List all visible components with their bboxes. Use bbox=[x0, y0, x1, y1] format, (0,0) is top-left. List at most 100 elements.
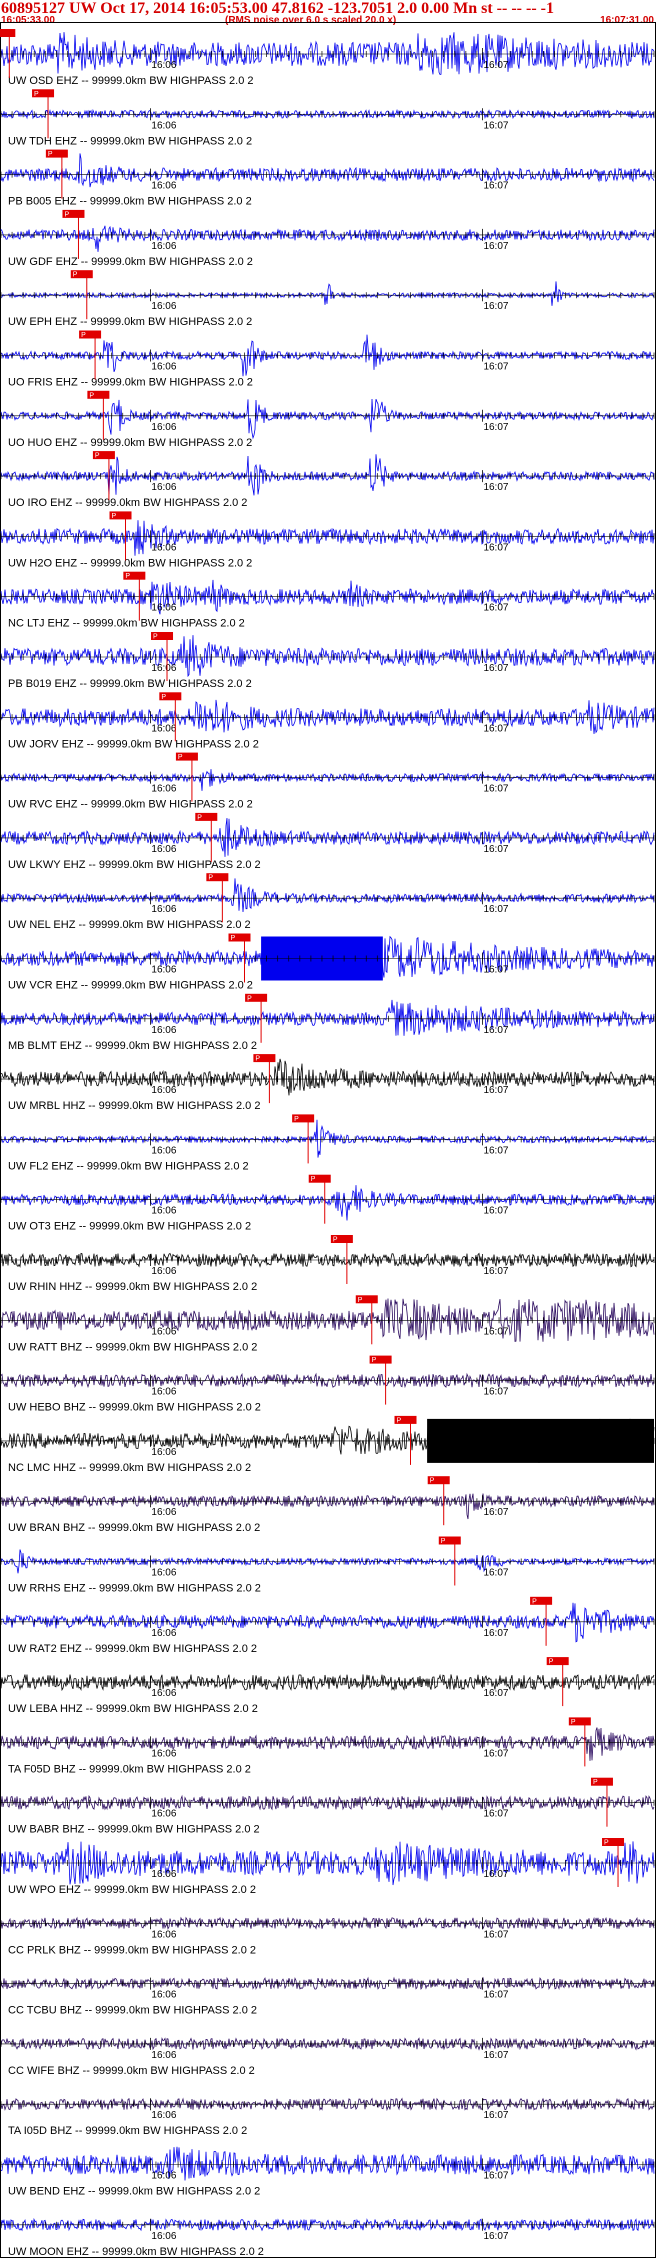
pick-label: P bbox=[571, 1719, 576, 1726]
minute-tick-label: 16:06 bbox=[151, 723, 176, 734]
waveform bbox=[0, 1602, 655, 1643]
pick-label: P bbox=[247, 995, 252, 1002]
trace-uw-jorv: 16:06 16:07 UW JORV EHZ -- 99999.0km BW HI… bbox=[0, 692, 655, 750]
minute-tick-label: 16:06 bbox=[151, 1628, 176, 1639]
minute-tick-label: 16:06 bbox=[151, 301, 176, 312]
trace-cc-tcbu: 16:06 16:07 CC TCBU BHZ -- 99999.0km BW HI… bbox=[0, 1976, 655, 2017]
station-label: CC WIFE BHZ -- 99999.0km BW HIGHPASS 2.0… bbox=[8, 2065, 255, 2077]
pick-label: P bbox=[48, 151, 53, 158]
minute-tick-label: 16:07 bbox=[483, 422, 508, 433]
station-label: UW RATT BHZ -- 99999.0km BW HIGHPASS 2.0… bbox=[8, 1341, 257, 1353]
minute-tick-label: 16:06 bbox=[151, 1869, 176, 1880]
pick-label: P bbox=[153, 634, 158, 641]
station-label: MB BLMT EHZ -- 99999.0km BW HIGHPASS 2.0… bbox=[8, 1040, 257, 1052]
trace-ta-i05d: 16:06 16:07 TA I05D BHZ -- 99999.0km BW HI… bbox=[0, 2097, 655, 2137]
trace-uw-babr: 16:06 16:07 UW BABR BHZ -- 99999.0km BW HI… bbox=[0, 1777, 655, 1836]
waveform bbox=[0, 769, 655, 791]
minute-tick-label: 16:06 bbox=[151, 1809, 176, 1820]
trace-uw-lkwy: 16:06 16:07 UW LKWY EHZ -- 99999.0km BW HI… bbox=[0, 812, 655, 871]
waveform bbox=[0, 635, 655, 678]
minute-tick-label: 16:07 bbox=[483, 663, 508, 674]
minute-tick-label: 16:07 bbox=[483, 120, 508, 131]
minute-tick-label: 16:07 bbox=[483, 1809, 508, 1820]
station-label: UW GDF EHZ -- 99999.0km BW HIGHPASS 2.0 … bbox=[8, 256, 253, 268]
pick-label: P bbox=[64, 211, 69, 218]
minute-tick-label: 16:06 bbox=[151, 904, 176, 915]
minute-tick-label: 16:06 bbox=[151, 1447, 176, 1458]
minute-tick-label: 16:07 bbox=[483, 1266, 508, 1277]
waveform bbox=[0, 1119, 655, 1158]
trace-uo-huo: 16:06 16:07 UO HUO EHZ -- 99999.0km BW HIG… bbox=[0, 390, 655, 449]
plot-header: 60895127 UW Oct 17, 2014 16:05:53.00 47.… bbox=[0, 0, 656, 26]
minute-tick-label: 16:07 bbox=[483, 723, 508, 734]
pick-label: P bbox=[532, 1598, 537, 1605]
trace-pb-b019: 16:06 16:07 PB B019 EHZ -- 99999.0km BW HI… bbox=[0, 632, 655, 690]
trace-uw-nel: 16:06 16:07 UW NEL EHZ -- 99999.0km BW HIG… bbox=[0, 873, 655, 931]
station-label: TA F05D BHZ -- 99999.0km BW HIGHPASS 2.0… bbox=[8, 1763, 251, 1775]
minute-tick-label: 16:06 bbox=[151, 1025, 176, 1036]
waveform bbox=[0, 398, 655, 440]
pick-label: P bbox=[441, 1538, 446, 1545]
station-label: UW JORV EHZ -- 99999.0km BW HIGHPASS 2.0… bbox=[8, 738, 259, 750]
waveform bbox=[0, 454, 655, 496]
pick-label: P bbox=[333, 1237, 338, 1244]
trace-uw-fl2: 16:06 16:07 UW FL2 EHZ -- 99999.0km BW HIG… bbox=[0, 1114, 655, 1172]
minute-tick-label: 16:06 bbox=[151, 422, 176, 433]
minute-tick-label: 16:07 bbox=[483, 181, 508, 192]
station-label: UW MOON EHZ -- 99999.0km BW HIGHPASS 2.0… bbox=[8, 2246, 264, 2258]
pick-label: P bbox=[549, 1659, 554, 1666]
minute-tick-label: 16:06 bbox=[151, 844, 176, 855]
pick-label: P bbox=[358, 1297, 363, 1304]
waveform bbox=[0, 1185, 655, 1221]
minute-tick-label: 16:07 bbox=[483, 1145, 508, 1156]
minute-tick-label: 16:06 bbox=[151, 2171, 176, 2182]
trace-uw-wpo: 16:06 16:07 UW WPO EHZ -- 99999.0km BW HIG… bbox=[0, 1838, 655, 1896]
pick-label: P bbox=[397, 1417, 402, 1424]
minute-tick-label: 16:06 bbox=[151, 1929, 176, 1940]
pick-label: P bbox=[73, 272, 78, 279]
minute-tick-label: 16:06 bbox=[151, 2050, 176, 2061]
minute-tick-label: 16:06 bbox=[151, 181, 176, 192]
pick-label: P bbox=[161, 694, 166, 701]
minute-tick-label: 16:06 bbox=[151, 2110, 176, 2121]
minute-tick-label: 16:06 bbox=[151, 784, 176, 795]
waveform bbox=[0, 225, 655, 252]
station-label: UW RRHS EHZ -- 99999.0km BW HIGHPASS 2.0… bbox=[8, 1583, 261, 1595]
minute-tick-label: 16:06 bbox=[151, 542, 176, 553]
station-label: UW VCR EHZ -- 99999.0km BW HIGHPASS 2.0 … bbox=[8, 980, 253, 992]
waveform bbox=[0, 579, 655, 615]
station-label: NC LMC HHZ -- 99999.0km BW HIGHPASS 2.0 … bbox=[8, 1462, 251, 1474]
pick-label: P bbox=[95, 453, 100, 460]
pick-label: P bbox=[604, 1840, 609, 1847]
minute-tick-label: 16:06 bbox=[151, 1748, 176, 1759]
minute-tick-label: 16:07 bbox=[483, 1568, 508, 1579]
minute-tick-label: 16:07 bbox=[483, 301, 508, 312]
waveform bbox=[0, 2146, 655, 2181]
seismogram-panel: 16:06 16:07 UW OSD EHZ -- 99999.0km BW HIG… bbox=[0, 22, 656, 2258]
waveform bbox=[0, 699, 655, 734]
minute-tick-label: 16:06 bbox=[151, 60, 176, 71]
waveform bbox=[0, 1727, 655, 1761]
pick-label: P bbox=[208, 875, 213, 882]
station-label: CC PRLK BHZ -- 99999.0km BW HIGHPASS 2.0… bbox=[8, 1944, 256, 1956]
waveform bbox=[0, 153, 655, 188]
trace-uw-osd: 16:06 16:07 UW OSD EHZ -- 99999.0km BW HIG… bbox=[0, 29, 655, 87]
minute-tick-label: 16:06 bbox=[151, 1387, 176, 1398]
minute-tick-label: 16:07 bbox=[483, 965, 508, 976]
minute-tick-label: 16:07 bbox=[483, 1206, 508, 1217]
trace-uw-bend: 16:06 16:07 UW BEND EHZ -- 99999.0km BW HI… bbox=[0, 2146, 655, 2198]
minute-tick-label: 16:07 bbox=[483, 1929, 508, 1940]
pick-label: P bbox=[311, 1176, 316, 1183]
trace-ta-f05d: 16:06 16:07 TA F05D BHZ -- 99999.0km BW HI… bbox=[0, 1717, 655, 1775]
station-label: CC TCBU BHZ -- 99999.0km BW HIGHPASS 2.0… bbox=[8, 2005, 257, 2017]
trace-uw-bran: 16:06 16:07 UW BRAN BHZ -- 99999.0km BW HI… bbox=[0, 1476, 655, 1534]
station-label: UW FL2 EHZ -- 99999.0km BW HIGHPASS 2.0 … bbox=[8, 1160, 249, 1172]
pick-label: P bbox=[230, 935, 235, 942]
station-label: UW LEBA HHZ -- 99999.0km BW HIGHPASS 2.0… bbox=[8, 1703, 258, 1715]
waveform bbox=[0, 32, 655, 75]
minute-tick-label: 16:06 bbox=[151, 120, 176, 131]
trace-uw-gdf: 16:06 16:07 UW GDF EHZ -- 99999.0km BW HIG… bbox=[0, 209, 655, 268]
pick-label: P bbox=[197, 814, 202, 821]
station-label: PB B005 EHZ -- 99999.0km BW HIGHPASS 2.0… bbox=[8, 196, 252, 208]
trace-uw-mrbl: 16:06 16:07 UW MRBL HHZ -- 99999.0km BW HI… bbox=[0, 1054, 655, 1112]
